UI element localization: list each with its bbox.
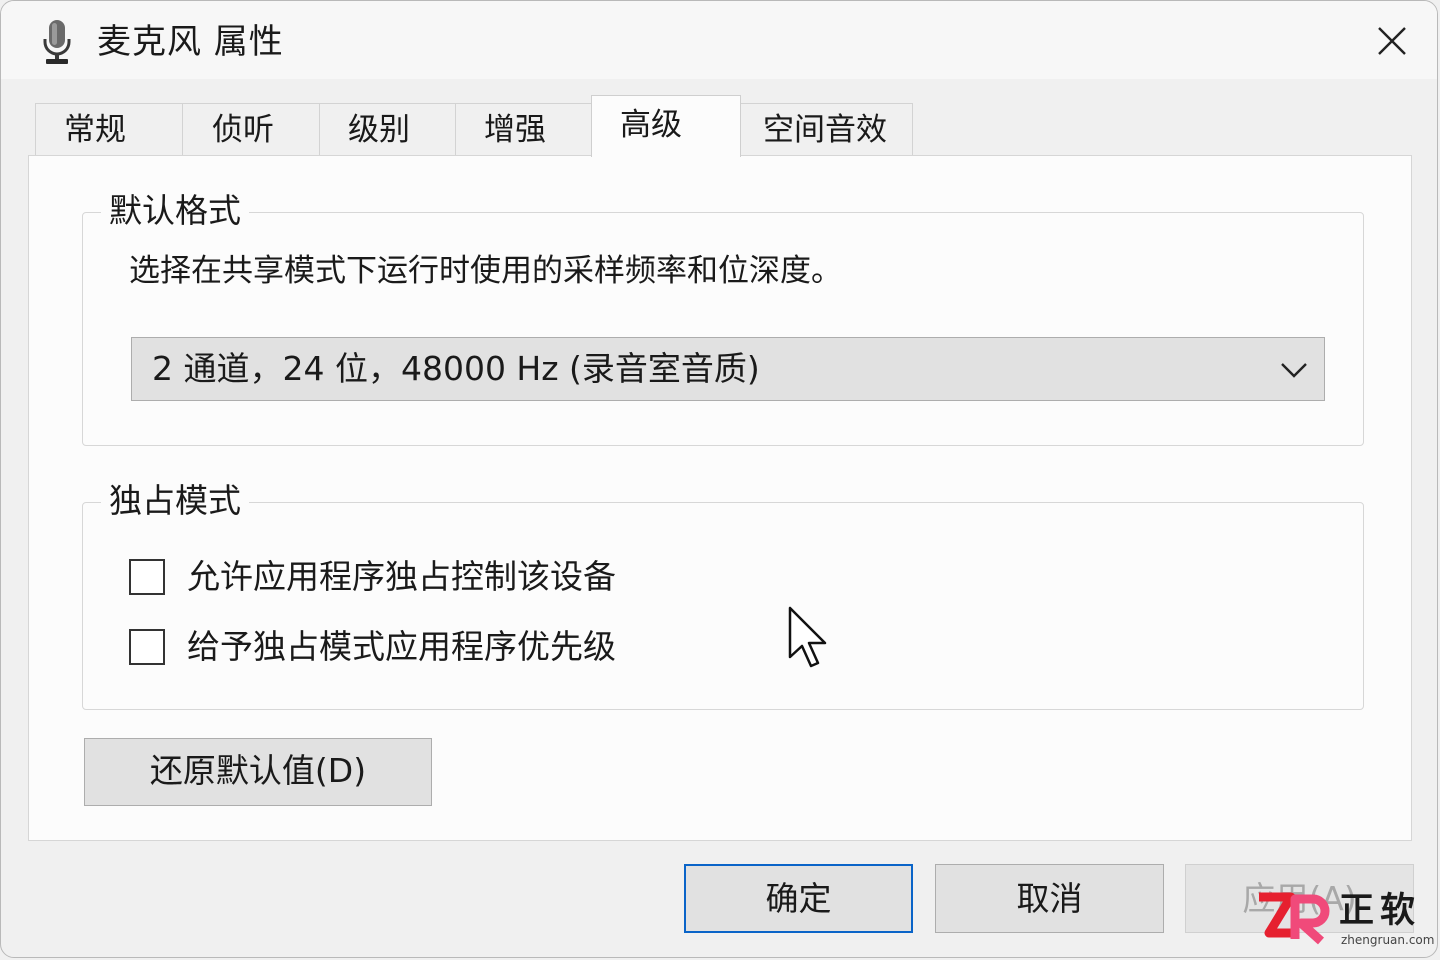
properties-dialog: 麦克风 属性 常规 侦听 级别 增强 高级 空间音效 默认格式 选择在共享模式下… <box>0 0 1438 958</box>
watermark-brand: 正软 <box>1339 891 1422 931</box>
tab-label: 级别 <box>348 112 410 148</box>
tab-label: 侦听 <box>212 112 274 148</box>
exclusive-mode-group: 独占模式 允许应用程序独占控制该设备 给予独占模式应用程序优先级 <box>82 479 1364 710</box>
advanced-panel: 默认格式 选择在共享模式下运行时使用的采样频率和位深度。 2 通道，24 位，4… <box>28 155 1412 841</box>
default-format-group: 默认格式 选择在共享模式下运行时使用的采样频率和位深度。 2 通道，24 位，4… <box>82 189 1364 446</box>
ok-button[interactable]: 确定 <box>684 864 913 933</box>
tab-levels[interactable]: 级别 <box>319 103 456 155</box>
close-button[interactable] <box>1363 15 1421 67</box>
allow-exclusive-control-checkbox[interactable] <box>129 559 165 595</box>
format-description: 选择在共享模式下运行时使用的采样频率和位深度。 <box>129 253 842 289</box>
microphone-icon <box>43 20 71 64</box>
tab-label: 高级 <box>620 107 682 143</box>
watermark-url: zhengruan.com <box>1341 933 1435 947</box>
watermark: 正软 zhengruan.com <box>1255 891 1435 953</box>
title-bar: 麦克风 属性 <box>1 1 1437 79</box>
close-icon <box>1378 27 1406 55</box>
checkbox-label: 给予独占模式应用程序优先级 <box>187 627 616 666</box>
tab-enhancements[interactable]: 增强 <box>455 103 592 155</box>
group-title: 独占模式 <box>101 479 249 523</box>
format-dropdown[interactable]: 2 通道，24 位，48000 Hz (录音室音质) <box>131 337 1325 401</box>
restore-defaults-button[interactable]: 还原默认值(D) <box>84 738 432 806</box>
cancel-button[interactable]: 取消 <box>935 864 1164 933</box>
exclusive-priority-checkbox[interactable] <box>129 629 165 665</box>
tab-label: 空间音效 <box>763 112 887 148</box>
tab-label: 常规 <box>64 112 126 148</box>
tab-listen[interactable]: 侦听 <box>182 103 320 155</box>
chevron-down-icon <box>1281 363 1307 378</box>
window-title: 麦克风 属性 <box>97 22 284 62</box>
tab-spatial-sound[interactable]: 空间音效 <box>740 103 913 155</box>
tab-label: 增强 <box>484 112 546 148</box>
mouse-cursor-icon <box>788 606 827 668</box>
zr-logo-icon <box>1259 892 1330 945</box>
tab-advanced[interactable]: 高级 <box>591 95 741 157</box>
format-selected-value: 2 通道，24 位，48000 Hz (录音室音质) <box>152 349 760 388</box>
checkbox-label: 允许应用程序独占控制该设备 <box>187 557 616 596</box>
tab-strip: 常规 侦听 级别 增强 高级 空间音效 <box>35 95 915 157</box>
tab-general[interactable]: 常规 <box>35 103 183 155</box>
group-title: 默认格式 <box>101 189 249 233</box>
